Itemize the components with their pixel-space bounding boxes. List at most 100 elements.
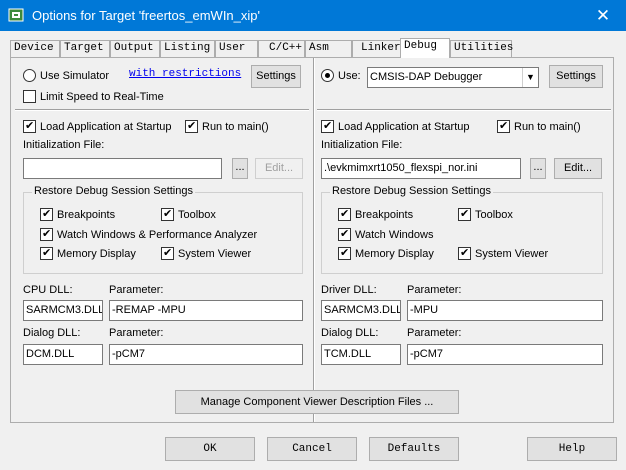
tab-c-cpp[interactable]: C/C++	[258, 40, 305, 57]
chevron-down-icon[interactable]: ▼	[522, 68, 538, 87]
ok-button[interactable]: OK	[165, 437, 255, 461]
restore-session-group: Restore Debug Session Settings ✔ Breakpo…	[23, 185, 303, 274]
use-simulator-label: Use Simulator	[40, 70, 110, 82]
init-file-label: Initialization File:	[23, 139, 105, 151]
tab-output[interactable]: Output	[110, 40, 160, 57]
toolbox-checkbox[interactable]: ✔	[161, 208, 174, 221]
help-button[interactable]: Help	[527, 437, 617, 461]
right-dialog-parameter-input[interactable]: -pCM7	[407, 344, 603, 365]
check-icon: ✔	[460, 208, 470, 220]
right-toolbox-checkbox[interactable]: ✔	[458, 208, 471, 221]
debug-panel: Use Simulator with restrictions Settings…	[10, 57, 614, 423]
right-breakpoints-checkbox[interactable]: ✔	[338, 208, 351, 221]
right-system-viewer-checkbox[interactable]: ✔	[458, 247, 471, 260]
right-init-file-label: Initialization File:	[321, 139, 403, 151]
debugger-select-value: CMSIS-DAP Debugger	[370, 71, 483, 83]
check-icon: ✔	[42, 228, 52, 240]
tab-asm[interactable]: Asm	[305, 40, 352, 57]
right-run-to-main-checkbox[interactable]: ✔	[497, 120, 510, 133]
right-watch-windows-checkbox[interactable]: ✔	[338, 228, 351, 241]
right-load-app-checkbox[interactable]: ✔	[321, 120, 334, 133]
target-options-icon	[8, 8, 24, 22]
memory-display-label: Memory Display	[57, 248, 136, 260]
manage-component-viewer-button[interactable]: Manage Component Viewer Description File…	[175, 390, 459, 414]
init-file-edit-button[interactable]: Edit...	[255, 158, 303, 179]
memory-display-checkbox[interactable]: ✔	[40, 247, 53, 260]
load-app-label: Load Application at Startup	[40, 121, 172, 133]
restrictions-link[interactable]: with restrictions	[129, 68, 241, 80]
right-init-file-input[interactable]: .\evkmimxrt1050_flexspi_nor.ini	[321, 158, 521, 179]
right-breakpoints-label: Breakpoints	[355, 209, 414, 221]
simulator-settings-button[interactable]: Settings	[251, 65, 301, 88]
tab-target[interactable]: Target	[60, 40, 110, 57]
right-load-app-label: Load Application at Startup	[338, 121, 470, 133]
dialog-dll-label: Dialog DLL:	[23, 327, 81, 339]
watch-windows-checkbox[interactable]: ✔	[40, 228, 53, 241]
check-icon: ✔	[25, 120, 35, 132]
load-app-checkbox[interactable]: ✔	[23, 120, 36, 133]
right-run-to-main-label: Run to main()	[514, 121, 581, 133]
defaults-button[interactable]: Defaults	[369, 437, 459, 461]
system-viewer-label: System Viewer	[178, 248, 252, 260]
system-viewer-checkbox[interactable]: ✔	[161, 247, 174, 260]
check-icon: ✔	[340, 208, 350, 220]
debugger-select[interactable]: CMSIS-DAP Debugger ▼	[367, 67, 539, 88]
use-label: Use:	[338, 70, 361, 82]
driver-dll-label: Driver DLL:	[321, 284, 377, 296]
right-dialog-dll-input[interactable]: TCM.DLL	[321, 344, 401, 365]
check-icon: ✔	[187, 120, 197, 132]
right-init-file-edit-button[interactable]: Edit...	[554, 158, 602, 179]
check-icon: ✔	[42, 208, 52, 220]
dialog-parameter-label: Parameter:	[109, 327, 164, 339]
init-file-input[interactable]	[23, 158, 222, 179]
use-debugger-radio[interactable]	[321, 69, 334, 82]
right-dialog-dll-label: Dialog DLL:	[321, 327, 379, 339]
breakpoints-label: Breakpoints	[57, 209, 116, 221]
init-file-browse-button[interactable]: ...	[232, 158, 248, 179]
debugger-settings-button[interactable]: Settings	[549, 65, 603, 88]
dialog-parameter-input[interactable]: -pCM7	[109, 344, 303, 365]
limit-speed-checkbox[interactable]	[23, 90, 36, 103]
cpu-parameter-input[interactable]: -REMAP -MPU	[109, 300, 303, 321]
title-bar: Options for Target 'freertos_emWIn_xip' …	[0, 0, 626, 31]
limit-speed-label: Limit Speed to Real-Time	[40, 91, 164, 103]
check-icon: ✔	[163, 247, 173, 259]
cpu-dll-label: CPU DLL:	[23, 284, 73, 296]
right-restore-group-title: Restore Debug Session Settings	[330, 185, 493, 197]
cpu-parameter-label: Parameter:	[109, 284, 164, 296]
driver-parameter-label: Parameter:	[407, 284, 462, 296]
right-system-viewer-label: System Viewer	[475, 248, 549, 260]
close-icon[interactable]: ✕	[580, 0, 626, 31]
right-watch-windows-label: Watch Windows	[355, 229, 434, 241]
check-icon: ✔	[340, 247, 350, 259]
use-simulator-radio[interactable]	[23, 69, 36, 82]
watch-windows-label: Watch Windows & Performance Analyzer	[57, 229, 258, 241]
breakpoints-checkbox[interactable]: ✔	[40, 208, 53, 221]
toolbox-label: Toolbox	[178, 209, 216, 221]
window-title: Options for Target 'freertos_emWIn_xip'	[32, 8, 260, 23]
check-icon: ✔	[163, 208, 173, 220]
right-memory-display-label: Memory Display	[355, 248, 434, 260]
run-to-main-label: Run to main()	[202, 121, 269, 133]
tab-listing[interactable]: Listing	[160, 40, 215, 57]
right-toolbox-label: Toolbox	[475, 209, 513, 221]
right-dialog-parameter-label: Parameter:	[407, 327, 462, 339]
tab-utilities[interactable]: Utilities	[450, 40, 513, 57]
check-icon: ✔	[460, 247, 470, 259]
right-memory-display-checkbox[interactable]: ✔	[338, 247, 351, 260]
cpu-dll-input[interactable]: SARMCM3.DLL	[23, 300, 103, 321]
dialog-dll-input[interactable]: DCM.DLL	[23, 344, 103, 365]
check-icon: ✔	[499, 120, 509, 132]
check-icon: ✔	[340, 228, 350, 240]
restore-group-title: Restore Debug Session Settings	[32, 185, 195, 197]
driver-dll-input[interactable]: SARMCM3.DLL	[321, 300, 401, 321]
cancel-button[interactable]: Cancel	[267, 437, 357, 461]
check-icon: ✔	[323, 120, 333, 132]
driver-parameter-input[interactable]: -MPU	[407, 300, 603, 321]
run-to-main-checkbox[interactable]: ✔	[185, 120, 198, 133]
tab-linker[interactable]: Linker	[352, 40, 404, 57]
tab-device[interactable]: Device	[10, 40, 60, 57]
right-init-file-browse-button[interactable]: ...	[530, 158, 546, 179]
tab-user[interactable]: User	[215, 40, 258, 57]
tab-debug[interactable]: Debug	[400, 38, 450, 58]
